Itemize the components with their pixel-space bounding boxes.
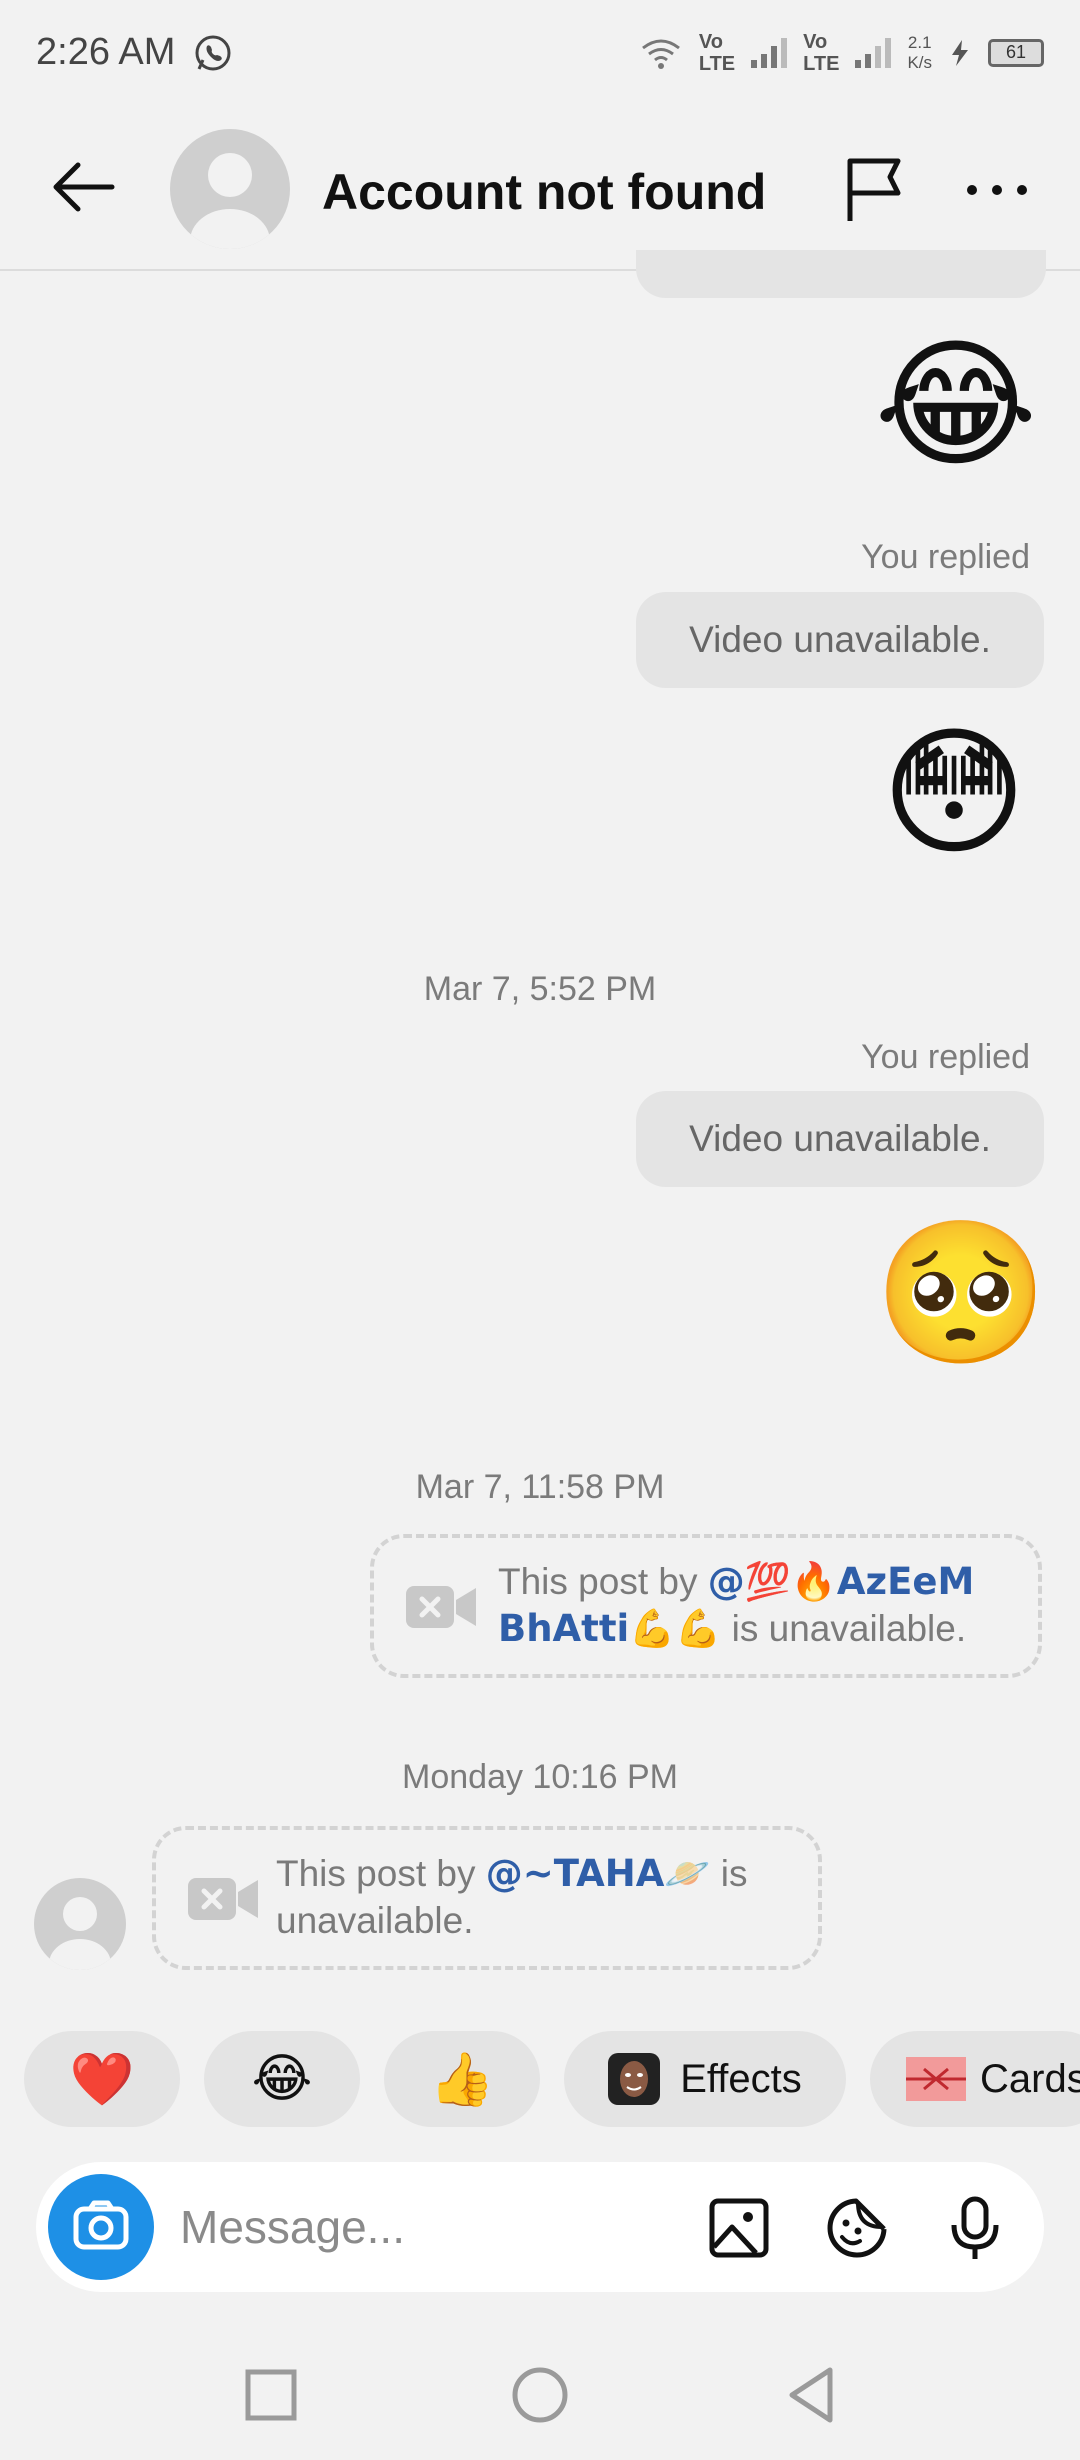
more-options-icon[interactable]	[962, 175, 1032, 205]
lte2-top: Vo	[803, 30, 828, 53]
message-composer	[36, 2162, 1044, 2292]
lte1-top: Vo	[698, 30, 723, 53]
effects-button[interactable]: Effects	[564, 2031, 846, 2127]
gallery-icon[interactable]	[706, 2195, 772, 2261]
camera-icon	[73, 2200, 129, 2250]
network-speed: 2.1 K/s	[907, 33, 932, 73]
chat-title[interactable]: Account not found	[322, 163, 766, 221]
post-text-suffix: is	[710, 1853, 748, 1894]
post-text-line2: unavailable.	[276, 1900, 474, 1941]
timestamp: Mar 7, 11:58 PM	[415, 1468, 665, 1506]
quick-reaction-heart[interactable]: ❤️	[24, 2031, 180, 2127]
message-bubble[interactable]: Video unavailable.	[636, 592, 1044, 688]
wifi-icon	[641, 39, 680, 69]
speed-unit: K/s	[907, 52, 932, 72]
whatsapp-icon	[195, 35, 231, 70]
message-input[interactable]	[180, 2192, 660, 2262]
user-mention-continued[interactable]: BhAtti💪💪	[498, 1607, 721, 1650]
user-mention[interactable]: @💯🔥AzEeM	[708, 1560, 975, 1603]
video-unavailable-icon	[406, 1586, 476, 1628]
heart-icon: ❤️	[69, 2049, 135, 2110]
lte1-bottom: LTE	[698, 52, 736, 75]
home-icon[interactable]	[505, 2360, 575, 2430]
timestamp: Mar 7, 5:52 PM	[423, 970, 657, 1008]
previous-message-bubble	[636, 250, 1046, 298]
back-arrow-icon[interactable]	[48, 157, 118, 217]
effects-label: Effects	[680, 2056, 802, 2101]
reply-label: You replied	[861, 1038, 1030, 1076]
microphone-icon[interactable]	[942, 2195, 1008, 2261]
unavailable-post-text: This post by @~TAHA🪐 is unavailable.	[276, 1850, 796, 1944]
message-bubble[interactable]: Video unavailable.	[636, 1091, 1044, 1187]
recent-apps-icon[interactable]	[236, 2360, 306, 2430]
quick-reaction-thumbs-up[interactable]: 👍	[384, 2031, 540, 2127]
battery-level: 61	[1005, 42, 1027, 62]
post-text-prefix: This post by	[276, 1853, 486, 1894]
status-time: 2:26 AM	[36, 31, 176, 73]
battery-icon: 61	[988, 38, 1044, 67]
lte-indicator-2: Vo LTE	[803, 31, 839, 75]
lte2-bottom: LTE	[803, 52, 840, 75]
post-text-suffix: is unavailable.	[721, 1608, 967, 1649]
quick-reaction-laugh[interactable]: 😂	[204, 2031, 360, 2127]
status-bar: 2:26 AM Vo LTE Vo LTE 2.1 K/s 61	[0, 0, 1080, 105]
signal-icon-1	[751, 37, 788, 68]
default-user-icon	[49, 1897, 111, 1970]
cards-label: Cards	[980, 2056, 1080, 2101]
sticker-icon[interactable]	[824, 2195, 890, 2261]
reply-label: You replied	[861, 538, 1030, 576]
sender-avatar[interactable]	[34, 1878, 126, 1970]
emoji-message[interactable]: 🥺	[874, 1214, 1048, 1374]
effects-icon	[608, 2053, 661, 2105]
cards-button[interactable]: Cards	[870, 2031, 1080, 2127]
unavailable-post-text: This post by @💯🔥AzEeM BhAtti💪💪 is unavai…	[498, 1558, 1018, 1652]
laugh-icon: 😂	[251, 2049, 313, 2109]
emoji-message[interactable]: 😳	[874, 714, 1034, 874]
default-user-icon	[190, 153, 270, 249]
system-navigation-bar	[0, 2330, 1080, 2460]
thumbs-up-icon: 👍	[429, 2049, 495, 2110]
lte-indicator-1: Vo LTE	[699, 31, 735, 75]
timestamp: Monday 10:16 PM	[402, 1758, 678, 1796]
speed-value: 2.1	[907, 32, 932, 52]
unavailable-post-card[interactable]: This post by @💯🔥AzEeM BhAtti💪💪 is unavai…	[370, 1534, 1042, 1678]
status-right: Vo LTE Vo LTE 2.1 K/s 61	[639, 31, 1044, 75]
video-unavailable-icon	[188, 1878, 258, 1920]
unavailable-post-card[interactable]: This post by @~TAHA🪐 is unavailable.	[152, 1826, 822, 1970]
flag-icon[interactable]	[842, 155, 906, 225]
back-nav-icon[interactable]	[776, 2360, 846, 2430]
signal-icon-2	[855, 37, 892, 68]
post-text-prefix: This post by	[498, 1561, 708, 1602]
profile-avatar[interactable]	[170, 129, 290, 249]
gift-card-icon	[906, 2057, 966, 2101]
user-mention[interactable]: @~TAHA🪐	[486, 1852, 711, 1895]
chat-header: Account not found	[0, 105, 1080, 271]
camera-button[interactable]	[48, 2174, 154, 2280]
charging-icon	[952, 39, 968, 66]
emoji-message[interactable]: 😂	[874, 326, 1038, 486]
status-left: 2:26 AM	[36, 31, 233, 74]
